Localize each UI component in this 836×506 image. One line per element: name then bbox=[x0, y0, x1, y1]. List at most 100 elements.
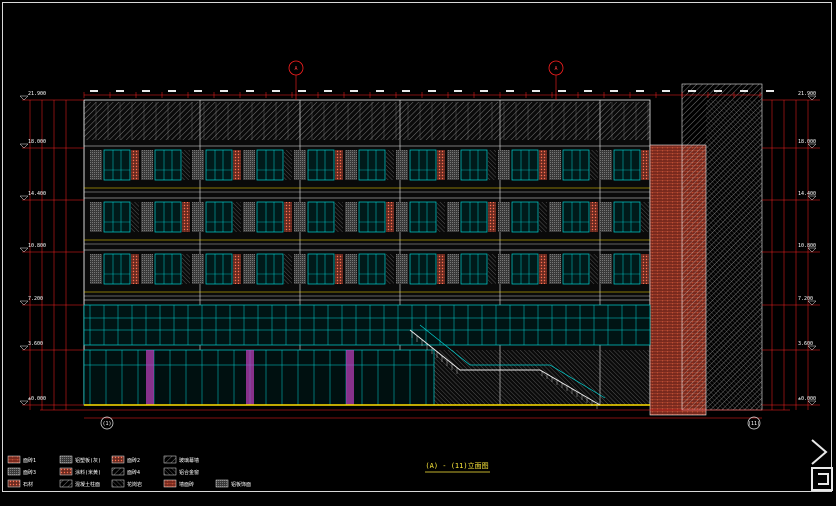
level-label-right: 18.000 bbox=[798, 139, 816, 145]
window bbox=[307, 149, 335, 181]
legend-label: 铝板饰面 bbox=[231, 481, 251, 488]
window bbox=[154, 201, 182, 233]
wall-panel bbox=[396, 150, 408, 180]
column bbox=[346, 350, 354, 405]
wall-panel bbox=[90, 254, 102, 284]
wall-panel bbox=[600, 254, 612, 284]
wall-panel bbox=[447, 202, 459, 232]
second-floor-curtain-wall bbox=[83, 304, 651, 346]
wall-panel bbox=[600, 150, 612, 180]
window bbox=[154, 149, 182, 181]
legend-swatch bbox=[163, 479, 177, 488]
window bbox=[358, 253, 386, 285]
corner-logo-icon bbox=[811, 439, 833, 491]
window bbox=[205, 149, 233, 181]
window bbox=[511, 149, 539, 181]
level-label-left: 21.900 bbox=[28, 91, 46, 97]
wall-panel bbox=[192, 254, 204, 284]
axis-marker-bottom-right: (11) bbox=[747, 416, 761, 430]
level-label-right: 21.900 bbox=[798, 91, 816, 97]
brick-pier bbox=[488, 202, 496, 232]
svg-text:(A) - (11)立面图: (A) - (11)立面图 bbox=[425, 461, 488, 470]
level-label-left: 10.800 bbox=[28, 243, 46, 249]
legend-label: 面砖1 bbox=[23, 457, 36, 464]
wall-panel bbox=[243, 202, 255, 232]
window bbox=[460, 149, 488, 181]
material-legend: 面砖1 铝塑板(灰) 面砖2 玻璃幕墙面砖3 涂料(米黄) 面砖4 铝合金窗石材 混凝土柱面 花… bbox=[7, 455, 251, 488]
window bbox=[562, 201, 590, 233]
legend-swatch bbox=[59, 467, 73, 476]
column bbox=[246, 350, 254, 405]
wall-panel bbox=[447, 254, 459, 284]
brick-pier bbox=[641, 150, 649, 180]
window bbox=[460, 253, 488, 285]
window bbox=[358, 201, 386, 233]
window bbox=[307, 201, 335, 233]
window bbox=[511, 201, 539, 233]
legend-label: 铝塑板(灰) bbox=[75, 457, 101, 464]
level-label-left: 3.600 bbox=[28, 341, 43, 347]
window bbox=[103, 201, 131, 233]
roof-parapet-band bbox=[84, 102, 650, 140]
brick-pier bbox=[335, 254, 343, 284]
cad-elevation-viewport[interactable]: 21.900 21.900 18.000 18.000 14.400 14.400 10.8… bbox=[0, 0, 836, 506]
legend-label: 面砖2 bbox=[127, 457, 140, 464]
window bbox=[613, 201, 641, 233]
wall-panel bbox=[549, 254, 561, 284]
wall-panel bbox=[549, 150, 561, 180]
window bbox=[511, 253, 539, 285]
wall-panel bbox=[600, 202, 612, 232]
legend-swatch bbox=[7, 479, 21, 488]
wall-panel bbox=[294, 150, 306, 180]
wall-panel bbox=[243, 150, 255, 180]
legend-label: 面砖4 bbox=[127, 469, 140, 476]
column bbox=[146, 350, 154, 405]
wall-panel bbox=[90, 202, 102, 232]
window bbox=[103, 253, 131, 285]
legend-swatch bbox=[111, 479, 125, 488]
wall-panel bbox=[498, 202, 510, 232]
legend-swatch bbox=[111, 467, 125, 476]
window bbox=[613, 253, 641, 285]
legend-label: 花岗岩 bbox=[127, 481, 142, 488]
svg-text:A: A bbox=[294, 66, 297, 72]
brick-pier bbox=[131, 254, 139, 284]
brick-pier bbox=[539, 254, 547, 284]
wall-panel bbox=[192, 202, 204, 232]
brick-pier bbox=[437, 254, 445, 284]
legend-label: 墙面砖 bbox=[179, 481, 194, 488]
level-label-left: 7.200 bbox=[28, 296, 43, 302]
drawing-title: (A) - (11)立面图 bbox=[425, 461, 490, 473]
legend-label: 铝合金窗 bbox=[179, 469, 199, 476]
window bbox=[256, 253, 284, 285]
brick-pier bbox=[539, 150, 547, 180]
window bbox=[358, 149, 386, 181]
level-label-right: 7.200 bbox=[798, 296, 813, 302]
legend-label: 面砖3 bbox=[23, 469, 36, 476]
wall-panel bbox=[141, 254, 153, 284]
window bbox=[613, 149, 641, 181]
window bbox=[307, 253, 335, 285]
legend-label: 混凝土柱面 bbox=[75, 481, 100, 488]
wall-panel bbox=[396, 254, 408, 284]
wall-panel bbox=[192, 150, 204, 180]
window bbox=[562, 253, 590, 285]
axis-marker-top-right: A bbox=[548, 60, 564, 100]
wall-panel bbox=[498, 150, 510, 180]
wall-panel bbox=[294, 254, 306, 284]
window bbox=[409, 149, 437, 181]
level-label-right: 3.600 bbox=[798, 341, 813, 347]
legend-label: 石材 bbox=[23, 481, 33, 488]
legend-swatch bbox=[59, 479, 73, 488]
level-label-right: ±0.000 bbox=[798, 396, 816, 402]
window bbox=[409, 201, 437, 233]
window bbox=[562, 149, 590, 181]
brick-pier bbox=[182, 202, 190, 232]
brick-pier bbox=[641, 254, 649, 284]
legend-swatch bbox=[163, 467, 177, 476]
window bbox=[409, 253, 437, 285]
brick-pier bbox=[233, 150, 241, 180]
axis-marker-top-left: A bbox=[288, 60, 304, 100]
window bbox=[205, 201, 233, 233]
legend-swatch bbox=[215, 479, 229, 488]
